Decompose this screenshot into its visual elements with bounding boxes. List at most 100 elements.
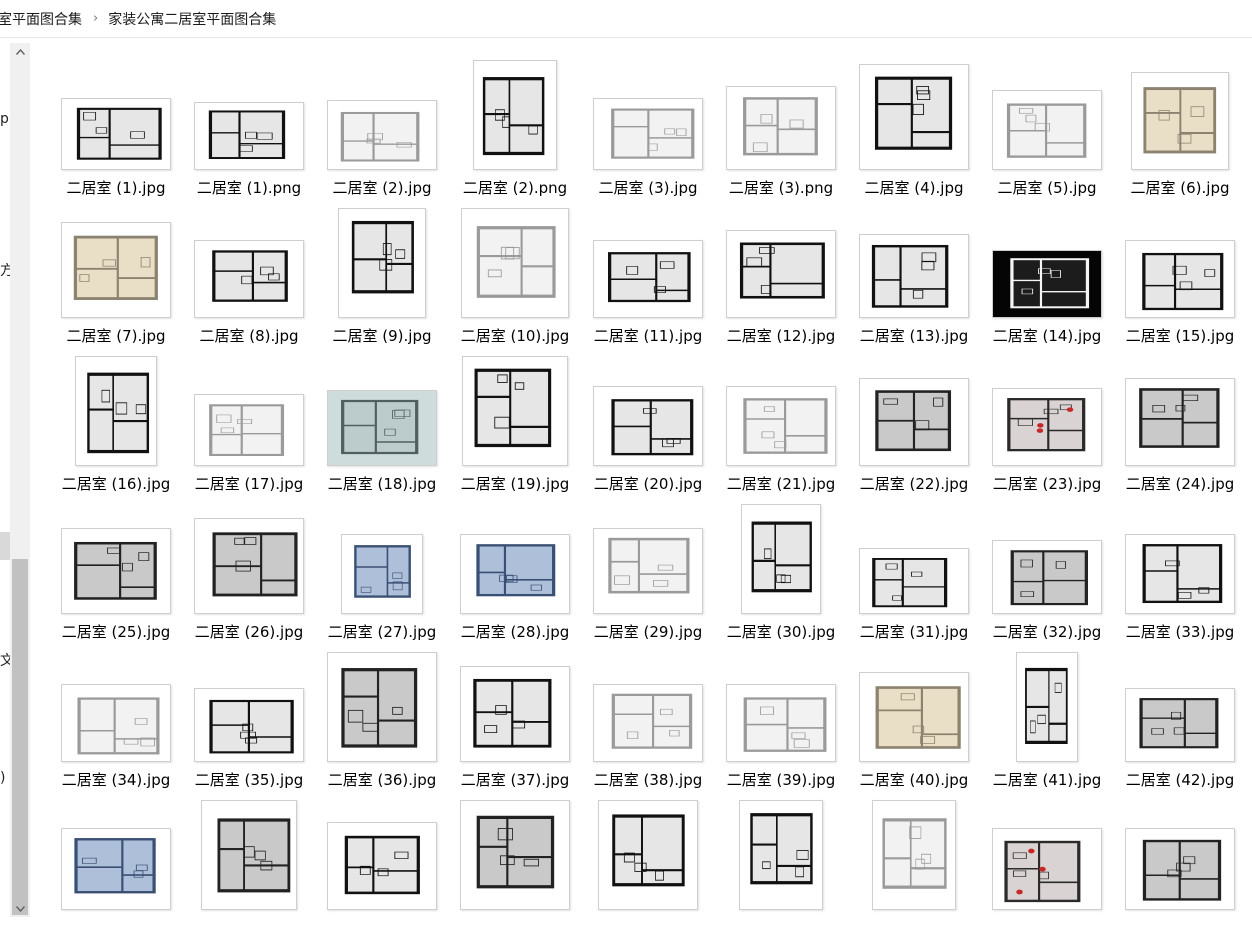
floor-plan-image — [1132, 73, 1228, 169]
file-item[interactable]: 二居室 (2).jpg — [318, 52, 446, 200]
file-thumbnail — [593, 98, 703, 170]
file-item[interactable]: 二居室 (29).jpg — [584, 496, 712, 644]
file-thumbnail — [1125, 240, 1235, 318]
file-item[interactable]: 二居室 (1).png — [185, 52, 313, 200]
file-item[interactable]: 二居室 (12).jpg — [717, 200, 845, 348]
file-item[interactable]: 二居室 (41).jpg — [983, 644, 1111, 792]
file-item[interactable]: 二居室 (26).jpg — [185, 496, 313, 644]
file-item[interactable]: 二居室 (21).jpg — [717, 348, 845, 496]
file-item[interactable]: 二居室 (13).jpg — [850, 200, 978, 348]
file-item[interactable]: 二居室 (2).png — [451, 52, 579, 200]
file-item[interactable]: 二居室 (1).jpg — [52, 52, 180, 200]
floor-plan-image — [62, 223, 170, 317]
thumbnail-frame — [451, 496, 579, 614]
thumbnail-frame — [318, 52, 446, 170]
file-item[interactable]: 二居室 (14).jpg — [983, 200, 1111, 348]
file-item[interactable]: 二居室 (16).jpg — [52, 348, 180, 496]
file-item[interactable]: 二居室 (3).jpg — [584, 52, 712, 200]
file-thumbnail — [194, 394, 304, 466]
file-item[interactable]: 二居室 (37).jpg — [451, 644, 579, 792]
file-name: 二居室 (18).jpg — [327, 475, 437, 493]
file-thumbnail — [726, 684, 836, 762]
file-name: 二居室 (8).jpg — [199, 327, 299, 345]
floor-plan-image — [339, 209, 425, 317]
file-item[interactable]: 二居室 (9).jpg — [318, 200, 446, 348]
file-item[interactable] — [983, 792, 1111, 940]
file-item[interactable] — [52, 792, 180, 940]
file-thumbnail — [327, 822, 437, 910]
breadcrumb-item-parent[interactable]: 室平面图合集 — [0, 9, 82, 29]
file-thumbnail — [872, 800, 956, 910]
file-thumbnail — [726, 386, 836, 466]
file-item[interactable]: 二居室 (39).jpg — [717, 644, 845, 792]
file-item[interactable]: 二居室 (7).jpg — [52, 200, 180, 348]
nav-item-fragment[interactable]: 方 — [0, 260, 10, 280]
file-item[interactable] — [185, 792, 313, 940]
floor-plan-image — [342, 535, 422, 613]
file-item[interactable]: 二居室 (10).jpg — [451, 200, 579, 348]
file-item[interactable]: 二居室 (30).jpg — [717, 496, 845, 644]
file-thumbnail — [1016, 652, 1078, 762]
thumbnail-frame — [185, 792, 313, 910]
file-item[interactable]: 二居室 (17).jpg — [185, 348, 313, 496]
nav-item-fragment[interactable]: p — [0, 111, 9, 127]
floor-plan-image — [461, 535, 569, 613]
scrollbar-thumb[interactable] — [12, 559, 28, 915]
thumbnail-frame — [318, 496, 446, 614]
thumbnail-frame — [185, 52, 313, 170]
file-item[interactable]: 二居室 (24).jpg — [1116, 348, 1244, 496]
file-item[interactable]: 二居室 (35).jpg — [185, 644, 313, 792]
breadcrumb-item-current[interactable]: 家装公寓二居室平面图合集 — [108, 9, 276, 29]
file-item[interactable]: 二居室 (31).jpg — [850, 496, 978, 644]
file-item[interactable]: 二居室 (36).jpg — [318, 644, 446, 792]
file-item[interactable]: 二居室 (40).jpg — [850, 644, 978, 792]
file-item[interactable] — [717, 792, 845, 940]
file-name: 二居室 (2).png — [462, 179, 568, 197]
file-thumbnail — [327, 390, 437, 466]
thumbnail-frame — [584, 792, 712, 910]
nav-item-fragment[interactable]: ) — [0, 770, 5, 786]
thumbnail-frame — [584, 644, 712, 762]
nav-item-fragment[interactable]: 文 — [0, 650, 10, 670]
file-item[interactable] — [1116, 792, 1244, 940]
file-item[interactable]: 二居室 (15).jpg — [1116, 200, 1244, 348]
file-item[interactable]: 二居室 (34).jpg — [52, 644, 180, 792]
thumbnail-frame — [850, 200, 978, 318]
file-item[interactable]: 二居室 (18).jpg — [318, 348, 446, 496]
file-item[interactable]: 二居室 (20).jpg — [584, 348, 712, 496]
file-item[interactable]: 二居室 (8).jpg — [185, 200, 313, 348]
file-thumbnail — [1125, 828, 1235, 910]
file-item[interactable] — [850, 792, 978, 940]
file-item[interactable]: 二居室 (22).jpg — [850, 348, 978, 496]
file-item[interactable]: 二居室 (38).jpg — [584, 644, 712, 792]
file-item[interactable]: 二居室 (4).jpg — [850, 52, 978, 200]
file-item[interactable]: 二居室 (23).jpg — [983, 348, 1111, 496]
nav-selected-item[interactable] — [0, 532, 10, 560]
file-item[interactable]: 二居室 (19).jpg — [451, 348, 579, 496]
thumbnail-frame — [717, 52, 845, 170]
scroll-up-button[interactable] — [10, 43, 30, 60]
file-name: 二居室 (5).jpg — [997, 179, 1097, 197]
file-item[interactable] — [318, 792, 446, 940]
file-item[interactable]: 二居室 (42).jpg — [1116, 644, 1244, 792]
file-item[interactable]: 二居室 (25).jpg — [52, 496, 180, 644]
file-item[interactable]: 二居室 (11).jpg — [584, 200, 712, 348]
file-item[interactable]: 二居室 (32).jpg — [983, 496, 1111, 644]
file-thumbnail — [593, 240, 703, 318]
file-thumbnail — [859, 234, 969, 318]
file-item[interactable]: 二居室 (6).jpg — [1116, 52, 1244, 200]
file-item[interactable] — [451, 792, 579, 940]
thumbnail-frame — [983, 200, 1111, 318]
file-item[interactable]: 二居室 (33).jpg — [1116, 496, 1244, 644]
file-item[interactable]: 二居室 (5).jpg — [983, 52, 1111, 200]
vertical-scrollbar[interactable] — [10, 43, 30, 917]
file-thumbnail — [1125, 378, 1235, 466]
file-item[interactable]: 二居室 (28).jpg — [451, 496, 579, 644]
file-item[interactable]: 二居室 (27).jpg — [318, 496, 446, 644]
file-item[interactable] — [584, 792, 712, 940]
scroll-down-button[interactable] — [10, 900, 30, 917]
breadcrumb: 室平面图合集 › 家装公寓二居室平面图合集 — [0, 0, 1252, 38]
file-name: 二居室 (20).jpg — [593, 475, 703, 493]
file-item[interactable]: 二居室 (3).png — [717, 52, 845, 200]
file-thumbnail — [61, 222, 171, 318]
